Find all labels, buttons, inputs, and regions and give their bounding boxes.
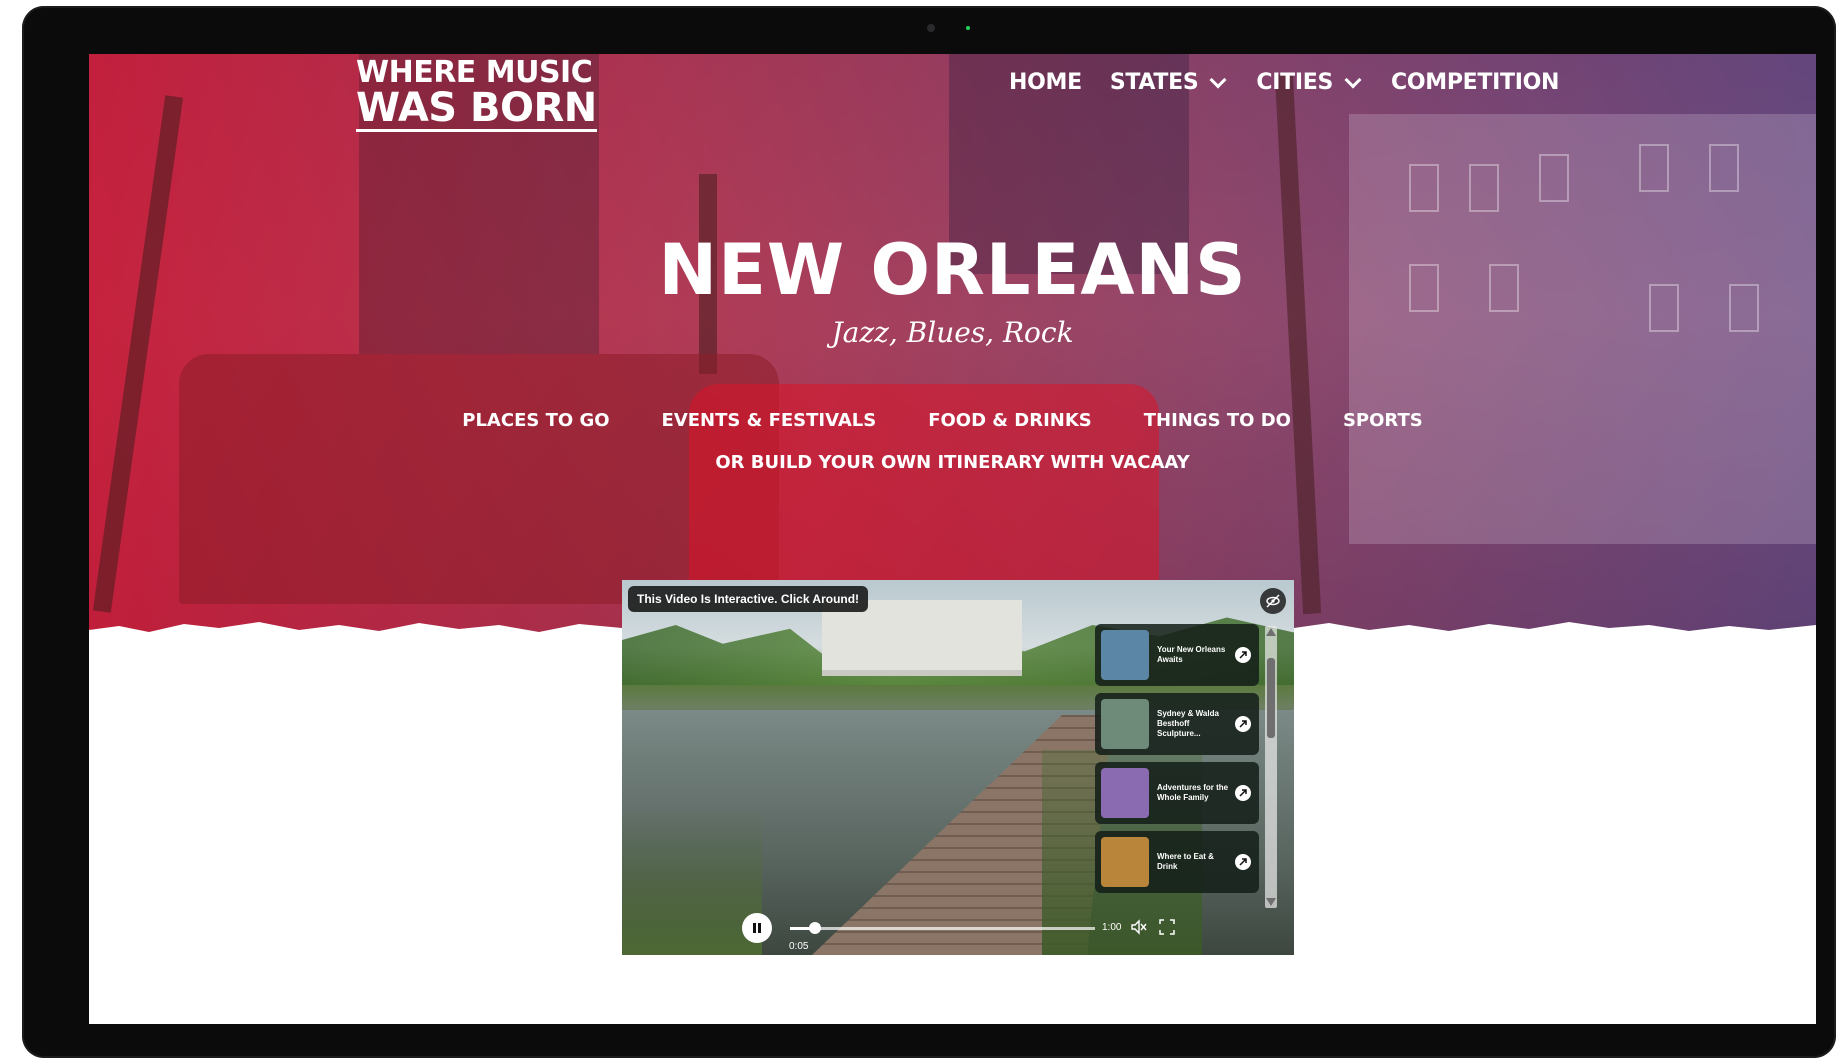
nav-states[interactable]: STATES [1110,70,1229,95]
chapter-card[interactable]: Adventures for the Whole Family [1095,762,1259,824]
chevron-down-icon [1209,71,1227,88]
arrow-icon [1235,785,1251,801]
site-logo[interactable]: WHERE MUSIC WAS BORN [356,58,597,132]
fullscreen-icon [1159,919,1175,935]
page-title: NEW ORLEANS [658,229,1247,311]
nav-states-label: STATES [1109,70,1199,95]
category-places-to-go[interactable]: PLACES TO GO [462,410,609,431]
nav-cities[interactable]: CITIES [1256,70,1363,95]
duration: 1:00 [1102,922,1122,933]
nav-cities-label: CITIES [1256,70,1333,95]
video-chapter-panel: Your New Orleans Awaits Sydney & Walda B… [1095,620,1280,910]
chapter-thumbnail [1101,768,1149,818]
category-events-festivals[interactable]: EVENTS & FESTIVALS [662,410,877,431]
chapter-card[interactable]: Your New Orleans Awaits [1095,624,1259,686]
palm-tree [92,95,184,613]
interactive-badge: This Video Is Interactive. Click Around! [628,586,869,612]
arrow-icon [1235,716,1251,732]
building-window [1639,144,1669,192]
main-nav: HOME STATES CITIES COMPETITION [1009,70,1559,95]
building-window [1709,144,1739,192]
chapter-card[interactable]: Sydney & Walda Besthoff Sculpture... [1095,693,1259,755]
chapter-scrollbar[interactable] [1265,626,1277,908]
volume-mute-icon [1131,919,1147,935]
chapter-title: Your New Orleans Awaits [1157,645,1226,664]
category-sports[interactable]: SPORTS [1343,410,1423,431]
current-time: 0:05 [789,941,809,952]
itinerary-link[interactable]: OR BUILD YOUR OWN ITINERARY WITH VACAAY [89,452,1816,473]
pause-icon [753,923,761,933]
interactive-video-player[interactable]: This Video Is Interactive. Click Around!… [622,580,1294,955]
building-window [1409,164,1439,212]
mute-button[interactable] [1130,919,1148,940]
chapter-thumbnail [1101,630,1149,680]
pause-button[interactable] [742,913,772,943]
logo-line-2: WAS BORN [356,85,597,132]
progress-bar[interactable] [790,922,1095,934]
camera-led-icon [966,26,970,30]
nav-competition[interactable]: COMPETITION [1391,70,1559,95]
logo-line-1: WHERE MUSIC [356,55,593,90]
nav-competition-label: COMPETITION [1391,70,1560,95]
page-subtitle: Jazz, Blues, Rock [831,316,1074,349]
scroll-down-icon[interactable] [1266,898,1276,906]
building-window [1539,154,1569,202]
arrow-icon [1235,854,1251,870]
chapter-thumbnail [1101,837,1149,887]
chapter-title: Adventures for the Whole Family [1157,783,1229,802]
building-window [1469,164,1499,212]
video-controls: 0:05 1:00 [622,911,1294,955]
chapter-title: Where to Eat & Drink [1157,852,1214,871]
nav-home[interactable]: HOME [1009,70,1082,95]
progress-handle[interactable] [809,922,822,934]
hide-overlay-button[interactable] [1260,588,1286,614]
chapter-thumbnail [1101,699,1149,749]
hero-banner: WHERE MUSIC WAS BORN HOME STATES CITIES … [89,54,1816,634]
category-things-to-do[interactable]: THINGS TO DO [1144,410,1291,431]
browser-viewport: WHERE MUSIC WAS BORN HOME STATES CITIES … [89,54,1816,1024]
arrow-icon [1235,647,1251,663]
eye-off-icon [1266,594,1280,608]
nav-home-label: HOME [1009,70,1082,95]
chapter-card[interactable]: Where to Eat & Drink [1095,831,1259,893]
scroll-up-icon[interactable] [1266,628,1276,636]
scrollbar-thumb[interactable] [1267,658,1275,738]
monitor-frame: WHERE MUSIC WAS BORN HOME STATES CITIES … [22,6,1836,1058]
category-food-drinks[interactable]: FOOD & DRINKS [928,410,1092,431]
chevron-down-icon [1344,71,1362,88]
category-nav: PLACES TO GO EVENTS & FESTIVALS FOOD & D… [89,410,1806,431]
camera-icon [927,24,935,32]
fullscreen-button[interactable] [1159,919,1175,940]
chapter-title: Sydney & Walda Besthoff Sculpture... [1157,709,1219,738]
